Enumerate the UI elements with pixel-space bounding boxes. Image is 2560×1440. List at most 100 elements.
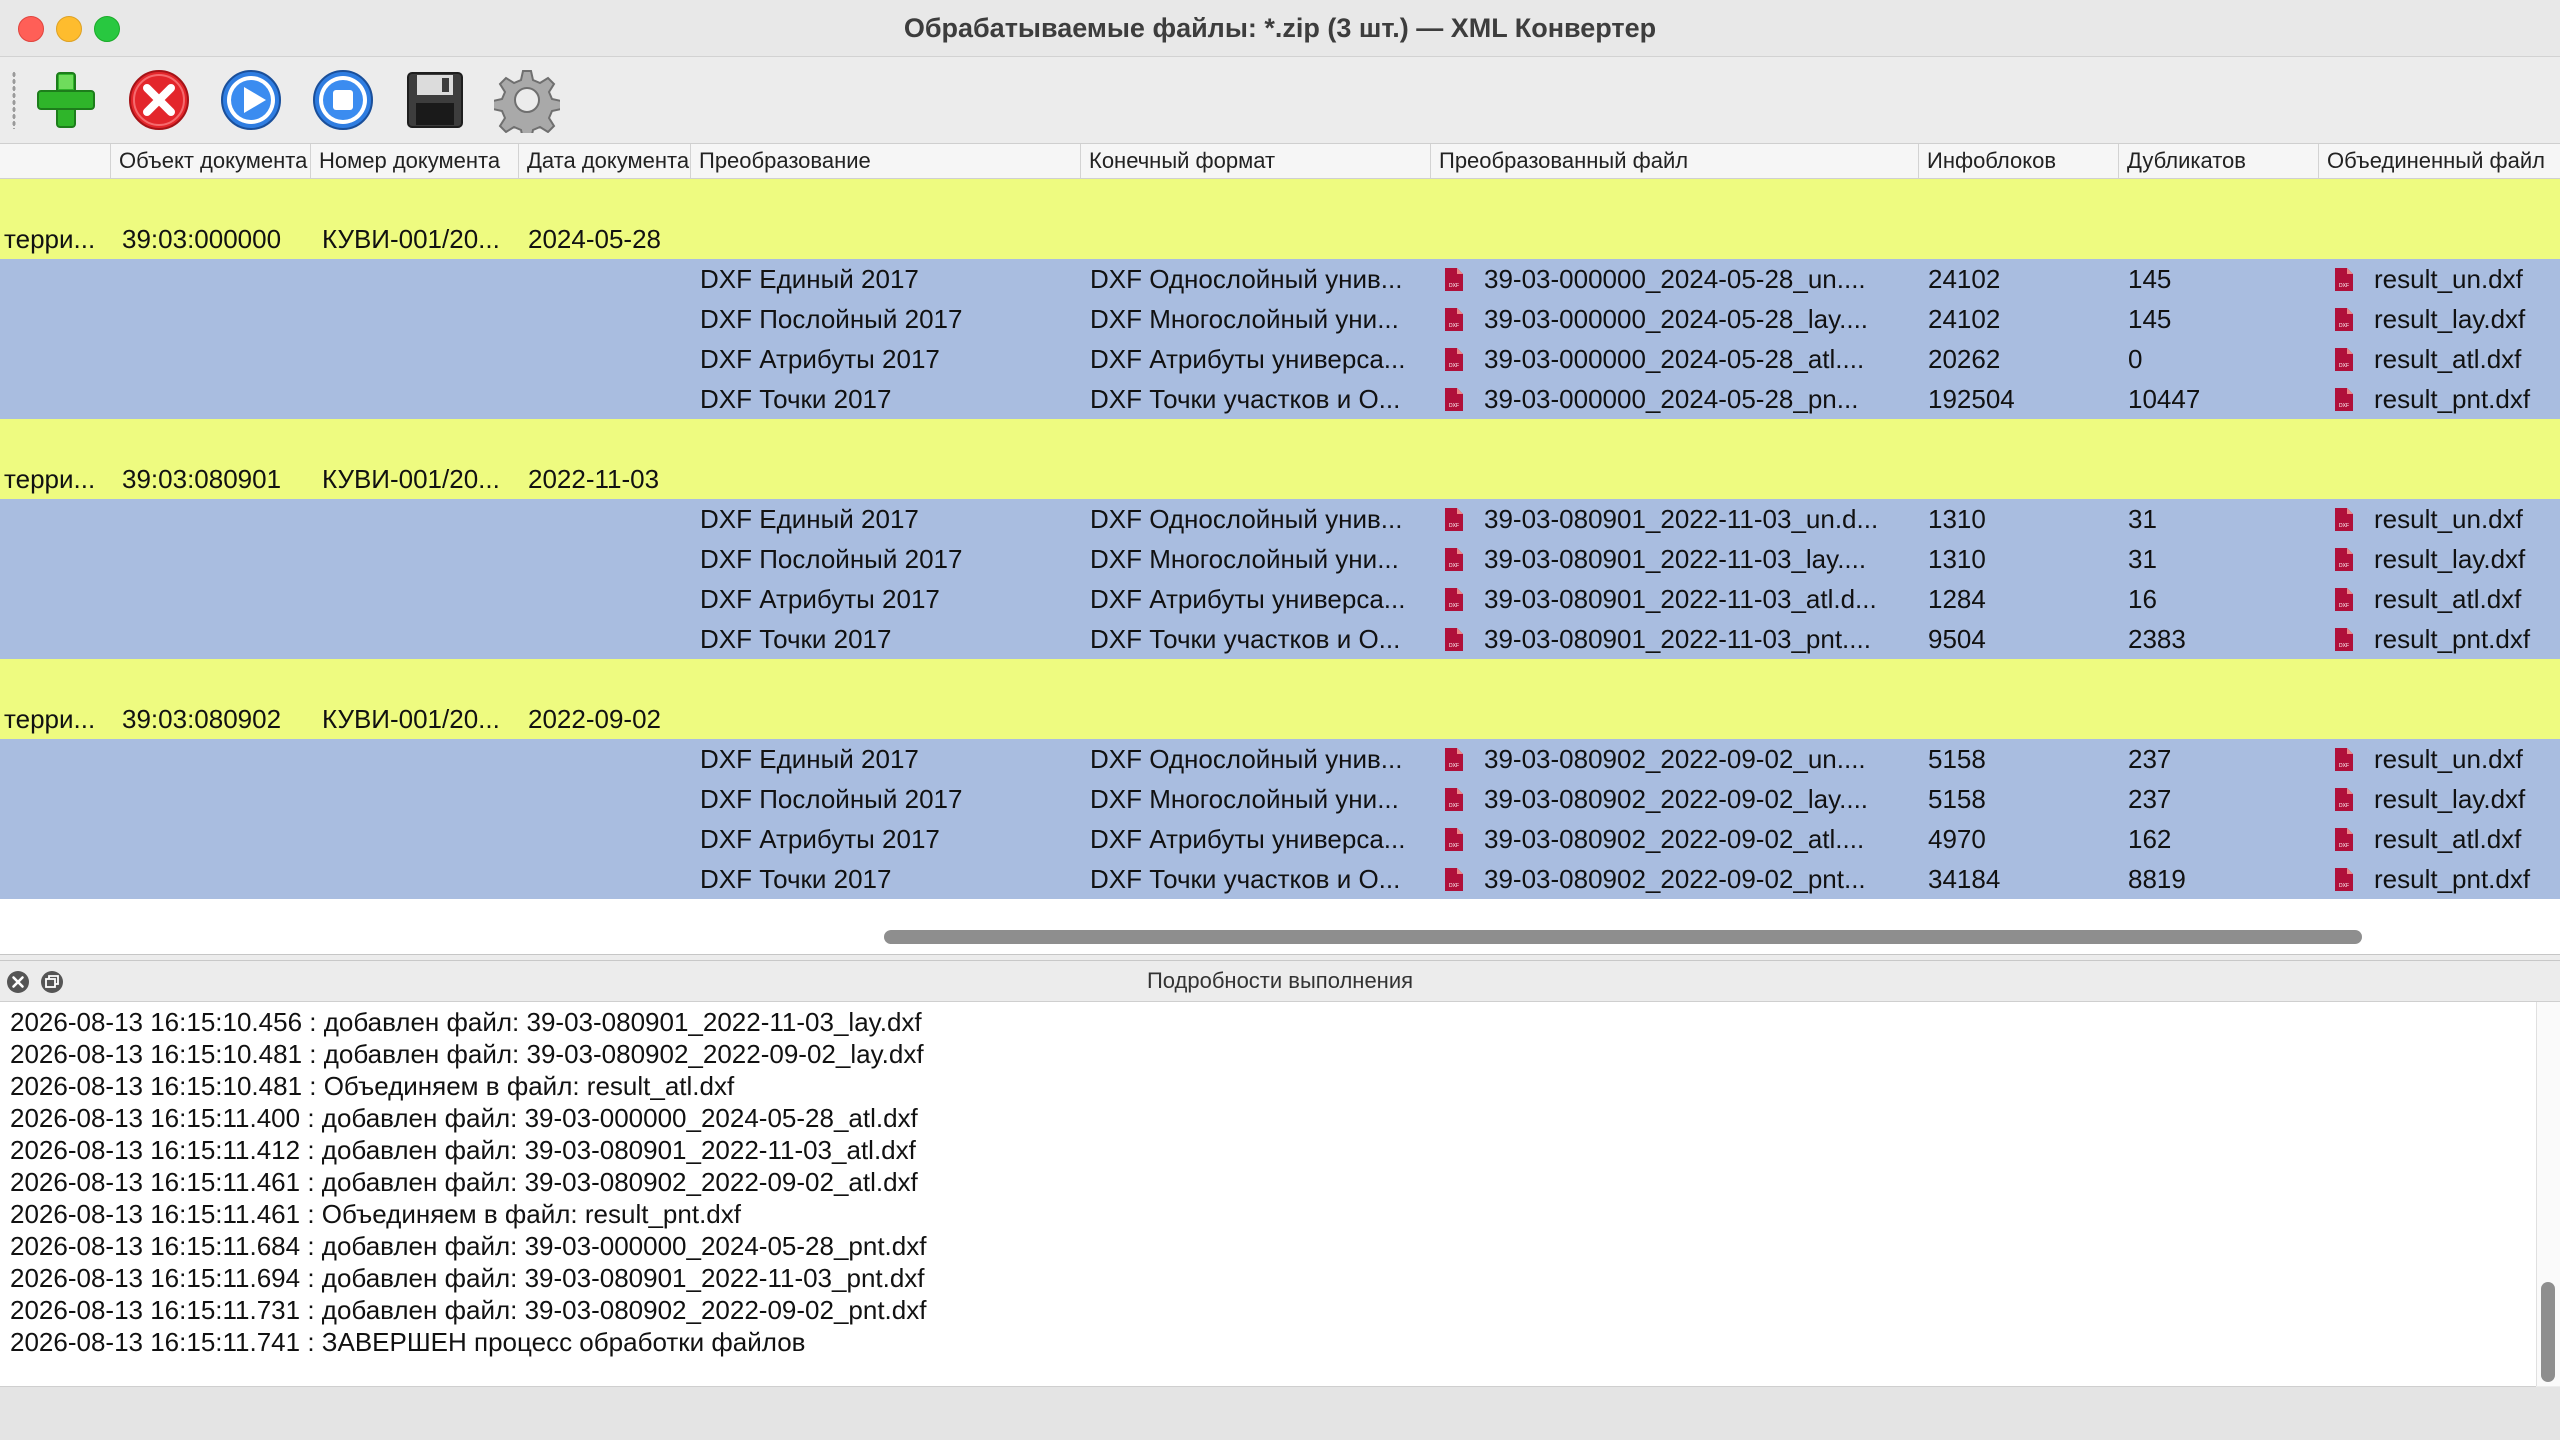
svg-text:DXF: DXF xyxy=(2339,763,2349,769)
table-row[interactable]: DXF Точки 2017 DXF Точки участков и О... D… xyxy=(0,859,2560,899)
table-group-row[interactable]: терри... 39:03:080902 КУВИ-001/20... 2022-0… xyxy=(0,659,2560,739)
dxf-file-icon: DXF xyxy=(2334,307,2354,332)
merged-file-cell: result_un.dxf xyxy=(2374,264,2523,294)
table-row[interactable]: DXF Точки 2017 DXF Точки участков и О... D… xyxy=(0,619,2560,659)
column-header-1[interactable]: Объект документа xyxy=(110,144,310,178)
dxf-file-icon: DXF xyxy=(2334,507,2354,532)
merged-file-cell: result_pnt.dxf xyxy=(2374,624,2531,654)
merged-file-cell: result_un.dxf xyxy=(2374,744,2523,774)
column-header-4[interactable]: Преобразование xyxy=(690,144,1080,178)
group-date-cell: 2022-11-03 xyxy=(528,464,660,494)
column-header-9[interactable]: Объединенный файл xyxy=(2318,144,2560,178)
dxf-file-icon: DXF xyxy=(1444,347,1464,372)
column-header-8[interactable]: Дубликатов xyxy=(2118,144,2318,178)
settings-button[interactable] xyxy=(494,67,560,133)
converted-file-cell: 39-03-000000_2024-05-28_un.... xyxy=(1484,264,1866,294)
log-line: 2026-08-13 16:15:11.731 : добавлен файл:… xyxy=(10,1295,927,1325)
save-button[interactable] xyxy=(402,67,468,133)
remove-button[interactable] xyxy=(126,67,192,133)
duplicates-cell: 162 xyxy=(2128,824,2172,854)
svg-text:DXF: DXF xyxy=(1449,603,1459,609)
group-number-cell: КУВИ-001/20... xyxy=(322,224,500,254)
dxf-file-icon: DXF xyxy=(1444,267,1464,292)
window-title: Обрабатываемые файлы: *.zip (3 шт.) — XM… xyxy=(903,13,1657,43)
column-header-3[interactable]: Дата документа xyxy=(518,144,690,178)
column-header-2[interactable]: Номер документа xyxy=(310,144,518,178)
table-row[interactable]: DXF Атрибуты 2017 DXF Атрибуты универса..… xyxy=(0,579,2560,619)
converted-file-cell: 39-03-000000_2024-05-28_atl.... xyxy=(1484,344,1865,374)
converted-file-cell: 39-03-080902_2022-09-02_un.... xyxy=(1484,744,1866,774)
horizontal-scrollbar[interactable] xyxy=(0,920,2560,954)
dxf-file-icon: DXF xyxy=(2334,787,2354,812)
group-object-cell: 39:03:080901 xyxy=(122,464,282,494)
dxf-file-icon: DXF xyxy=(1444,547,1464,572)
log-line: 2026-08-13 16:15:11.412 : добавлен файл:… xyxy=(10,1135,916,1165)
converted-file-cell: 39-03-080902_2022-09-02_atl.... xyxy=(1484,824,1865,854)
svg-text:DXF: DXF xyxy=(2339,283,2349,289)
table-row[interactable]: DXF Единый 2017 DXF Однослойный унив... DX… xyxy=(0,259,2560,299)
conversion-cell: DXF Послойный 2017 xyxy=(700,544,963,574)
dxf-file-icon: DXF xyxy=(2334,587,2354,612)
svg-text:DXF: DXF xyxy=(1449,283,1459,289)
table-group-row[interactable]: терри... 39:03:000000 КУВИ-001/20... 2024-0… xyxy=(0,179,2560,259)
blocks-cell: 5158 xyxy=(1928,744,1986,774)
column-header-7[interactable]: Инфоблоков xyxy=(1918,144,2118,178)
duplicates-cell: 8819 xyxy=(2128,864,2186,894)
table-row[interactable]: DXF Атрибуты 2017 DXF Атрибуты универса..… xyxy=(0,339,2560,379)
add-icon xyxy=(37,72,95,128)
format-cell: DXF Многослойный уни... xyxy=(1090,544,1399,574)
duplicates-cell: 237 xyxy=(2128,784,2172,814)
blocks-cell: 9504 xyxy=(1928,624,1986,654)
dxf-file-icon: DXF xyxy=(1444,307,1464,332)
toolbar-grip-handle[interactable] xyxy=(12,71,16,129)
table-row[interactable]: DXF Атрибуты 2017 DXF Атрибуты универса..… xyxy=(0,819,2560,859)
group-number-cell: КУВИ-001/20... xyxy=(322,704,500,734)
dxf-file-icon: DXF xyxy=(1444,867,1464,892)
log-output[interactable]: 2026-08-13 16:15:10.456 : добавлен файл:… xyxy=(0,1002,2536,1387)
svg-text:DXF: DXF xyxy=(2339,363,2349,369)
merged-file-cell: result_atl.dxf xyxy=(2374,824,2522,854)
table-row[interactable]: DXF Послойный 2017 DXF Многослойный уни..… xyxy=(0,539,2560,579)
log-line: 2026-08-13 16:15:11.741 : ЗАВЕРШЕН проце… xyxy=(10,1327,806,1357)
format-cell: DXF Атрибуты универса... xyxy=(1090,824,1406,854)
conversion-cell: DXF Точки 2017 xyxy=(700,624,892,654)
format-cell: DXF Точки участков и О... xyxy=(1090,384,1401,414)
conversion-cell: DXF Единый 2017 xyxy=(700,264,919,294)
table-row[interactable]: DXF Точки 2017 DXF Точки участков и О... D… xyxy=(0,379,2560,419)
duplicates-cell: 145 xyxy=(2128,264,2172,294)
column-header-0[interactable] xyxy=(0,144,110,178)
stop-button[interactable] xyxy=(310,67,376,133)
column-header-5[interactable]: Конечный формат xyxy=(1080,144,1430,178)
log-line: 2026-08-13 16:15:10.481 : Объединяем в ф… xyxy=(10,1071,735,1101)
table-row[interactable]: DXF Единый 2017 DXF Однослойный унив... DX… xyxy=(0,739,2560,779)
duplicates-cell: 237 xyxy=(2128,744,2172,774)
app-window: Обрабатываемые файлы: *.zip (3 шт.) — XM… xyxy=(0,0,2560,1440)
run-button[interactable] xyxy=(218,67,284,133)
stop-icon xyxy=(313,70,373,130)
svg-text:DXF: DXF xyxy=(1449,643,1459,649)
play-icon xyxy=(221,70,281,130)
table-row[interactable]: DXF Послойный 2017 DXF Многослойный уни..… xyxy=(0,299,2560,339)
title-bar: Обрабатываемые файлы: *.zip (3 шт.) — XM… xyxy=(0,0,2560,57)
add-button[interactable] xyxy=(32,67,98,133)
table-row[interactable]: DXF Послойный 2017 DXF Многослойный уни..… xyxy=(0,779,2560,819)
converted-file-cell: 39-03-000000_2024-05-28_pn... xyxy=(1484,384,1859,414)
blocks-cell: 192504 xyxy=(1928,384,2015,414)
log-vertical-scrollbar-thumb[interactable] xyxy=(2541,1282,2555,1382)
blocks-cell: 24102 xyxy=(1928,304,2001,334)
table-group-row[interactable]: терри... 39:03:080901 КУВИ-001/20... 2022-1… xyxy=(0,419,2560,499)
group-kind-cell: терри... xyxy=(4,464,96,494)
horizontal-scrollbar-thumb[interactable] xyxy=(884,930,2362,944)
log-line: 2026-08-13 16:15:10.481 : добавлен файл:… xyxy=(10,1039,924,1069)
svg-text:DXF: DXF xyxy=(2339,603,2349,609)
column-header-6[interactable]: Преобразованный файл xyxy=(1430,144,1918,178)
log-line: 2026-08-13 16:15:11.684 : добавлен файл:… xyxy=(10,1231,927,1261)
blocks-cell: 1310 xyxy=(1928,544,1986,574)
duplicates-cell: 145 xyxy=(2128,304,2172,334)
dxf-file-icon: DXF xyxy=(2334,867,2354,892)
merged-file-cell: result_pnt.dxf xyxy=(2374,864,2531,894)
dxf-file-icon: DXF xyxy=(1444,627,1464,652)
log-vertical-scrollbar[interactable] xyxy=(2536,1002,2560,1386)
svg-text:DXF: DXF xyxy=(1449,403,1459,409)
table-row[interactable]: DXF Единый 2017 DXF Однослойный унив... DX… xyxy=(0,499,2560,539)
